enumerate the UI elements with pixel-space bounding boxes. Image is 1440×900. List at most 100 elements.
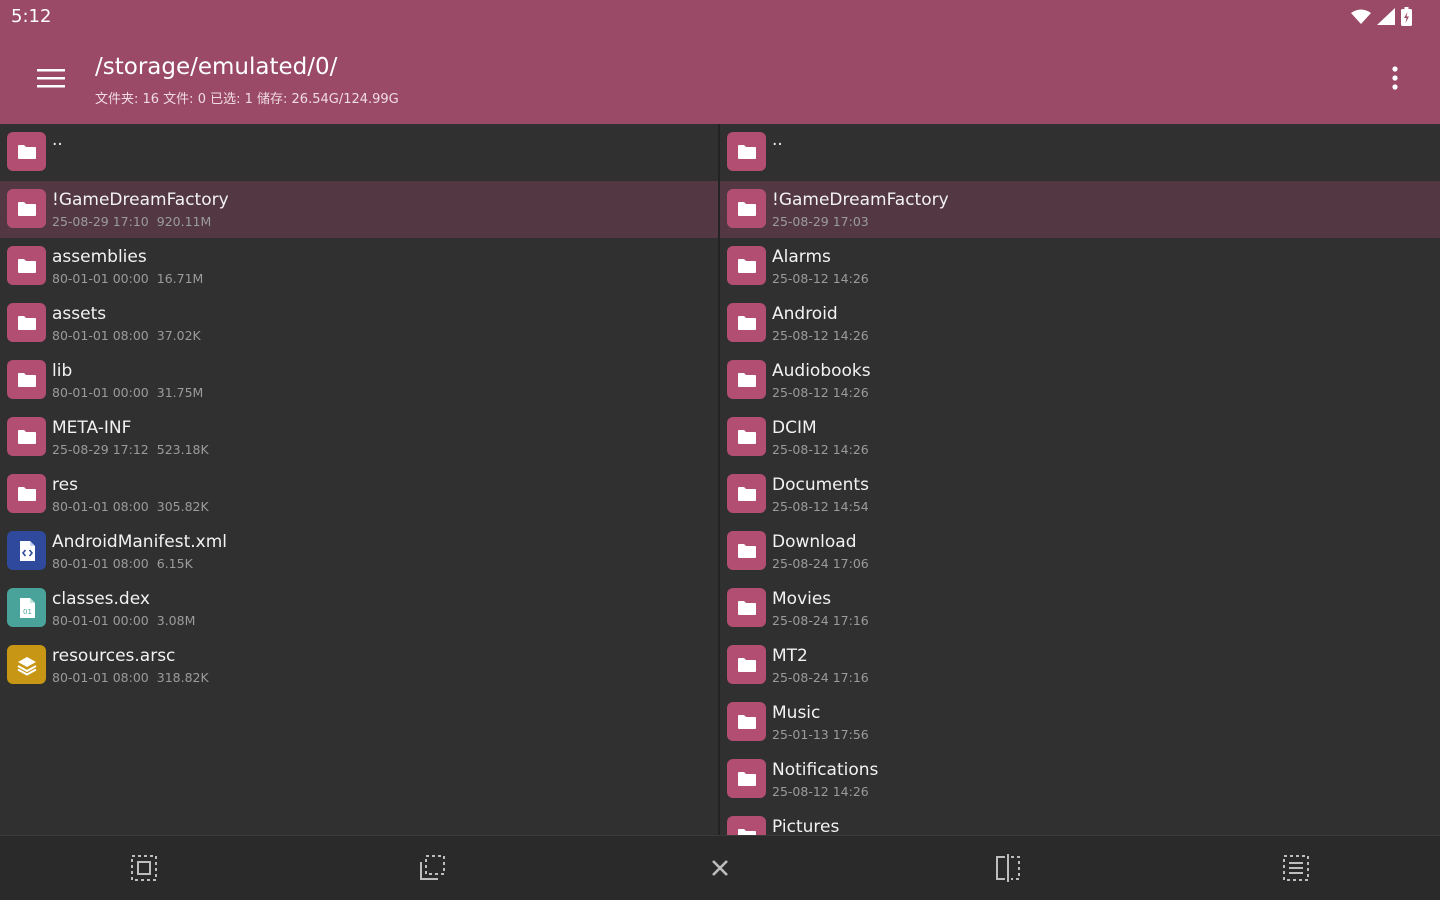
- file-date: 25-08-12 14:26: [772, 442, 869, 457]
- status-bar: 5:12: [0, 0, 1440, 36]
- file-date: 80-01-01 08:00: [52, 499, 149, 514]
- file-size: 920.11M: [156, 214, 212, 229]
- file-list-row[interactable]: resources.arsc 80-01-01 08:00 318.82K: [0, 637, 718, 694]
- file-list-row[interactable]: !GameDreamFactory 25-08-29 17:10 920.11M: [0, 181, 718, 238]
- cancel-selection-button[interactable]: [704, 852, 736, 884]
- file-date: 25-08-12 14:26: [772, 784, 869, 799]
- file-date: 25-08-29 17:12: [52, 442, 149, 457]
- file-name: assets: [52, 304, 107, 324]
- menu-button[interactable]: [31, 58, 71, 98]
- file-size: 6.15K: [156, 556, 193, 571]
- file-meta: 25-08-12 14:26: [772, 385, 869, 400]
- status-icons: [1351, 7, 1412, 26]
- mirror-panels-button[interactable]: [992, 852, 1024, 884]
- select-range-button[interactable]: [416, 852, 448, 884]
- file-list-row[interactable]: Audiobooks 25-08-12 14:26: [720, 352, 1440, 409]
- file-date: 25-08-24 17:16: [772, 613, 869, 628]
- file-list-row[interactable]: AndroidManifest.xml 80-01-01 08:00 6.15K: [0, 523, 718, 580]
- file-meta: 25-08-29 17:12 523.18K: [52, 442, 209, 457]
- file-meta: 80-01-01 08:00 6.15K: [52, 556, 193, 571]
- file-date: 25-08-29 17:03: [772, 214, 869, 229]
- file-meta: 25-08-12 14:26: [772, 784, 869, 799]
- select-range-icon: [420, 855, 445, 880]
- dex-file-icon: 01: [7, 588, 46, 627]
- file-date: 80-01-01 08:00: [52, 328, 149, 343]
- file-name: Pictures: [772, 817, 840, 835]
- status-time: 5:12: [11, 6, 52, 27]
- file-size: 31.75M: [156, 385, 204, 400]
- file-name: !GameDreamFactory: [52, 190, 229, 210]
- file-date: 80-01-01 00:00: [52, 613, 149, 628]
- file-list-row[interactable]: Music 25-01-13 17:56: [720, 694, 1440, 751]
- file-list-row[interactable]: assets 80-01-01 08:00 37.02K: [0, 295, 718, 352]
- file-name: DCIM: [772, 418, 817, 438]
- file-list-row[interactable]: Movies 25-08-24 17:16: [720, 580, 1440, 637]
- file-name: Notifications: [772, 760, 879, 780]
- file-name: !GameDreamFactory: [772, 190, 949, 210]
- invert-selection-button[interactable]: [1280, 852, 1312, 884]
- xml-file-icon: [7, 531, 46, 570]
- file-name: Download: [772, 532, 857, 552]
- folder-icon: [727, 759, 766, 798]
- file-meta: 80-01-01 08:00 305.82K: [52, 499, 209, 514]
- file-date: 25-08-12 14:54: [772, 499, 869, 514]
- file-meta: 25-08-12 14:26: [772, 442, 869, 457]
- file-size: 318.82K: [156, 670, 209, 685]
- folder-icon: [7, 360, 46, 399]
- select-all-button[interactable]: [128, 852, 160, 884]
- file-name: AndroidManifest.xml: [52, 532, 228, 552]
- file-name: Movies: [772, 589, 832, 609]
- file-meta: 25-08-12 14:26: [772, 271, 869, 286]
- file-list-row[interactable]: Alarms 25-08-12 14:26: [720, 238, 1440, 295]
- file-date: 25-08-12 14:26: [772, 328, 869, 343]
- battery-charging-icon: [1401, 7, 1412, 26]
- file-list-row[interactable]: lib 80-01-01 00:00 31.75M: [0, 352, 718, 409]
- bottom-action-bar: [0, 835, 1440, 900]
- file-list-row[interactable]: Download 25-08-24 17:06: [720, 523, 1440, 580]
- parent-directory-row[interactable]: ..: [720, 124, 1440, 181]
- file-list-row[interactable]: MT2 25-08-24 17:16: [720, 637, 1440, 694]
- left-file-panel[interactable]: .. !GameDreamFactory 25-08-29 17:10 920.11M…: [0, 124, 718, 835]
- file-name: Audiobooks: [772, 361, 871, 381]
- file-name: ..: [772, 130, 783, 150]
- app-toolbar: /storage/emulated/0/ 文件夹: 16 文件: 0 已选: 1…: [0, 36, 1440, 124]
- folder-icon: [7, 189, 46, 228]
- file-name: Alarms: [772, 247, 831, 267]
- file-date: 80-01-01 00:00: [52, 271, 149, 286]
- file-size: 523.18K: [156, 442, 209, 457]
- invert-selection-icon: [1283, 855, 1309, 881]
- close-icon: [712, 860, 728, 876]
- arsc-file-icon: [7, 645, 46, 684]
- file-list-row[interactable]: res 80-01-01 08:00 305.82K: [0, 466, 718, 523]
- file-list-row[interactable]: Documents 25-08-12 14:54: [720, 466, 1440, 523]
- more-options-button[interactable]: [1375, 58, 1415, 98]
- file-name: MT2: [772, 646, 808, 666]
- file-list-row[interactable]: !GameDreamFactory 25-08-29 17:03: [720, 181, 1440, 238]
- file-meta: 80-01-01 00:00 31.75M: [52, 385, 203, 400]
- file-meta: 25-08-29 17:03: [772, 214, 869, 229]
- folder-icon: [727, 246, 766, 285]
- file-date: 25-01-13 17:56: [772, 727, 869, 742]
- mirror-panels-icon: [996, 854, 1020, 882]
- directory-info: 文件夹: 16 文件: 0 已选: 1 储存: 26.54G/124.99G: [95, 92, 399, 107]
- file-list-row[interactable]: assemblies 80-01-01 00:00 16.71M: [0, 238, 718, 295]
- file-list-row[interactable]: 01 classes.dex 80-01-01 00:00 3.08M: [0, 580, 718, 637]
- parent-directory-row[interactable]: ..: [0, 124, 718, 181]
- right-file-panel[interactable]: .. !GameDreamFactory 25-08-29 17:03 Alarms 2…: [720, 124, 1440, 835]
- folder-icon: [7, 303, 46, 342]
- hamburger-menu-icon: [37, 69, 65, 88]
- file-name: ..: [52, 130, 63, 150]
- file-meta: 25-01-13 17:56: [772, 727, 869, 742]
- file-meta: 25-08-24 17:16: [772, 670, 869, 685]
- file-meta: 25-08-29 17:10 920.11M: [52, 214, 211, 229]
- file-list-row[interactable]: META-INF 25-08-29 17:12 523.18K: [0, 409, 718, 466]
- file-name: lib: [52, 361, 73, 381]
- file-list-row[interactable]: DCIM 25-08-12 14:26: [720, 409, 1440, 466]
- file-date: 80-01-01 08:00: [52, 670, 149, 685]
- file-list-row[interactable]: Notifications 25-08-12 14:26: [720, 751, 1440, 808]
- file-list-row[interactable]: Android 25-08-12 14:26: [720, 295, 1440, 352]
- file-list-row[interactable]: Pictures: [720, 808, 1440, 835]
- file-date: 25-08-29 17:10: [52, 214, 149, 229]
- file-name: classes.dex: [52, 589, 150, 609]
- folder-icon: [727, 360, 766, 399]
